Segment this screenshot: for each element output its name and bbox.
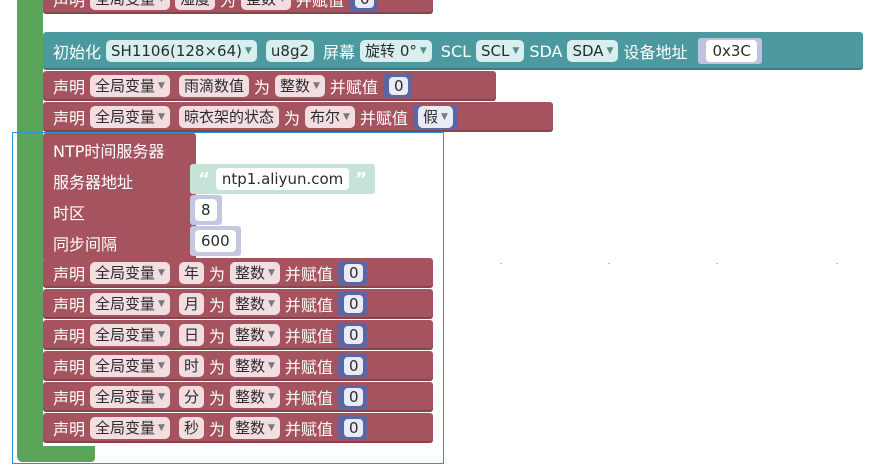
triangle-down-icon: ▼ bbox=[440, 112, 448, 122]
declare-prefix: 声明 bbox=[53, 109, 86, 128]
driver-value: u8g2 bbox=[270, 42, 310, 60]
declare-prefix: 声明 bbox=[53, 0, 86, 10]
triangle-down-icon: ▼ bbox=[512, 46, 520, 56]
triangle-down-icon: ▼ bbox=[244, 46, 252, 56]
value-field[interactable]: 0 bbox=[354, 0, 375, 8]
scope-dropdown[interactable]: 全局变量▼ bbox=[90, 0, 170, 10]
scl-pin-value: SCL bbox=[481, 42, 510, 60]
canvas-dot bbox=[500, 263, 502, 264]
address-field[interactable]: 0x3C bbox=[706, 40, 757, 62]
canvas-dot bbox=[608, 263, 610, 264]
canvas-dot bbox=[836, 263, 838, 264]
triangle-down-icon: ▼ bbox=[313, 81, 320, 91]
assign-label: 并赋值 bbox=[329, 78, 378, 97]
as-label: 为 bbox=[283, 109, 300, 128]
type-dropdown[interactable]: 布尔 ▼ bbox=[304, 106, 355, 128]
sda-pin-dropdown[interactable]: SDA ▼ bbox=[567, 40, 619, 62]
scope-value: 全局变量 bbox=[95, 0, 155, 9]
type-value: 布尔 bbox=[309, 108, 340, 126]
triangle-down-icon: ▼ bbox=[606, 46, 614, 56]
triangle-down-icon: ▼ bbox=[158, 81, 165, 91]
scope-dropdown[interactable]: 全局变量▼ bbox=[90, 106, 170, 128]
assign-label: 并赋值 bbox=[359, 109, 408, 128]
screen-label: 屏幕 bbox=[323, 43, 356, 62]
driver-dropdown[interactable]: u8g2 bbox=[265, 40, 315, 62]
type-dropdown[interactable]: 整数▼ bbox=[274, 75, 325, 97]
boolean-socket[interactable]: 假 ▼ bbox=[412, 105, 458, 129]
type-value: 整数 bbox=[246, 0, 276, 9]
value-field[interactable]: 0 bbox=[388, 77, 409, 95]
scl-label: SCL bbox=[440, 41, 472, 61]
triangle-down-icon: ▼ bbox=[158, 112, 165, 122]
display-model-value: SH1106(128×64) bbox=[111, 42, 242, 60]
scope-dropdown[interactable]: 全局变量▼ bbox=[90, 75, 170, 97]
boolean-dropdown[interactable]: 假 ▼ bbox=[417, 106, 453, 128]
value-socket[interactable]: 0 bbox=[382, 74, 413, 98]
canvas-dot bbox=[716, 263, 718, 264]
triangle-down-icon: ▼ bbox=[158, 0, 165, 9]
variable-name: 雨滴数值 bbox=[183, 77, 244, 95]
assign-label: 并赋值 bbox=[295, 0, 344, 10]
boolean-value: 假 bbox=[422, 108, 438, 126]
triangle-down-icon: ▼ bbox=[279, 0, 286, 9]
rotation-value: 旋转 0° bbox=[365, 42, 417, 60]
triangle-down-icon: ▼ bbox=[419, 46, 427, 56]
type-dropdown[interactable]: 整数▼ bbox=[240, 0, 291, 10]
variable-name: 湿度 bbox=[180, 0, 210, 9]
scl-pin-dropdown[interactable]: SCL ▼ bbox=[476, 40, 525, 62]
rotation-dropdown[interactable]: 旋转 0° ▼ bbox=[360, 40, 432, 62]
address-label: 设备地址 bbox=[623, 43, 688, 62]
as-label: 为 bbox=[219, 0, 236, 10]
variable-name: 晾衣架的状态 bbox=[183, 108, 274, 126]
type-value: 整数 bbox=[279, 77, 310, 95]
scope-value: 全局变量 bbox=[95, 77, 156, 95]
sda-label: SDA bbox=[529, 41, 563, 61]
variable-name-field[interactable]: 晾衣架的状态 bbox=[178, 106, 279, 128]
declare-humidity-block[interactable]: 声明 全局变量▼ 湿度 为 整数▼ 并赋值 0 bbox=[43, 0, 433, 14]
as-label: 为 bbox=[253, 78, 270, 97]
display-model-dropdown[interactable]: SH1106(128×64) ▼ bbox=[106, 40, 257, 62]
scope-value: 全局变量 bbox=[95, 108, 156, 126]
declare-rain-block[interactable]: 声明 全局变量 ▼ 雨滴数值 为 整数 ▼ 并赋值 0 bbox=[43, 71, 496, 101]
init-label: 初始化 bbox=[53, 43, 102, 62]
declare-rack-state-block[interactable]: 声明 全局变量 ▼ 晾衣架的状态 为 布尔 ▼ 并赋值 假 ▼ bbox=[43, 102, 553, 132]
variable-name-field[interactable]: 雨滴数值 bbox=[178, 75, 249, 97]
declare-prefix: 声明 bbox=[53, 78, 86, 97]
address-socket[interactable]: 0x3C bbox=[698, 38, 762, 64]
sda-pin-value: SDA bbox=[572, 42, 604, 60]
variable-name-field[interactable]: 湿度 bbox=[174, 0, 215, 10]
selection-box bbox=[12, 132, 444, 464]
triangle-down-icon: ▼ bbox=[343, 112, 350, 122]
value-socket[interactable]: 0 bbox=[348, 0, 379, 11]
oled-init-block[interactable]: 初始化 SH1106(128×64) ▼ u8g2 屏幕 旋转 0° ▼ SCL S… bbox=[43, 32, 863, 70]
